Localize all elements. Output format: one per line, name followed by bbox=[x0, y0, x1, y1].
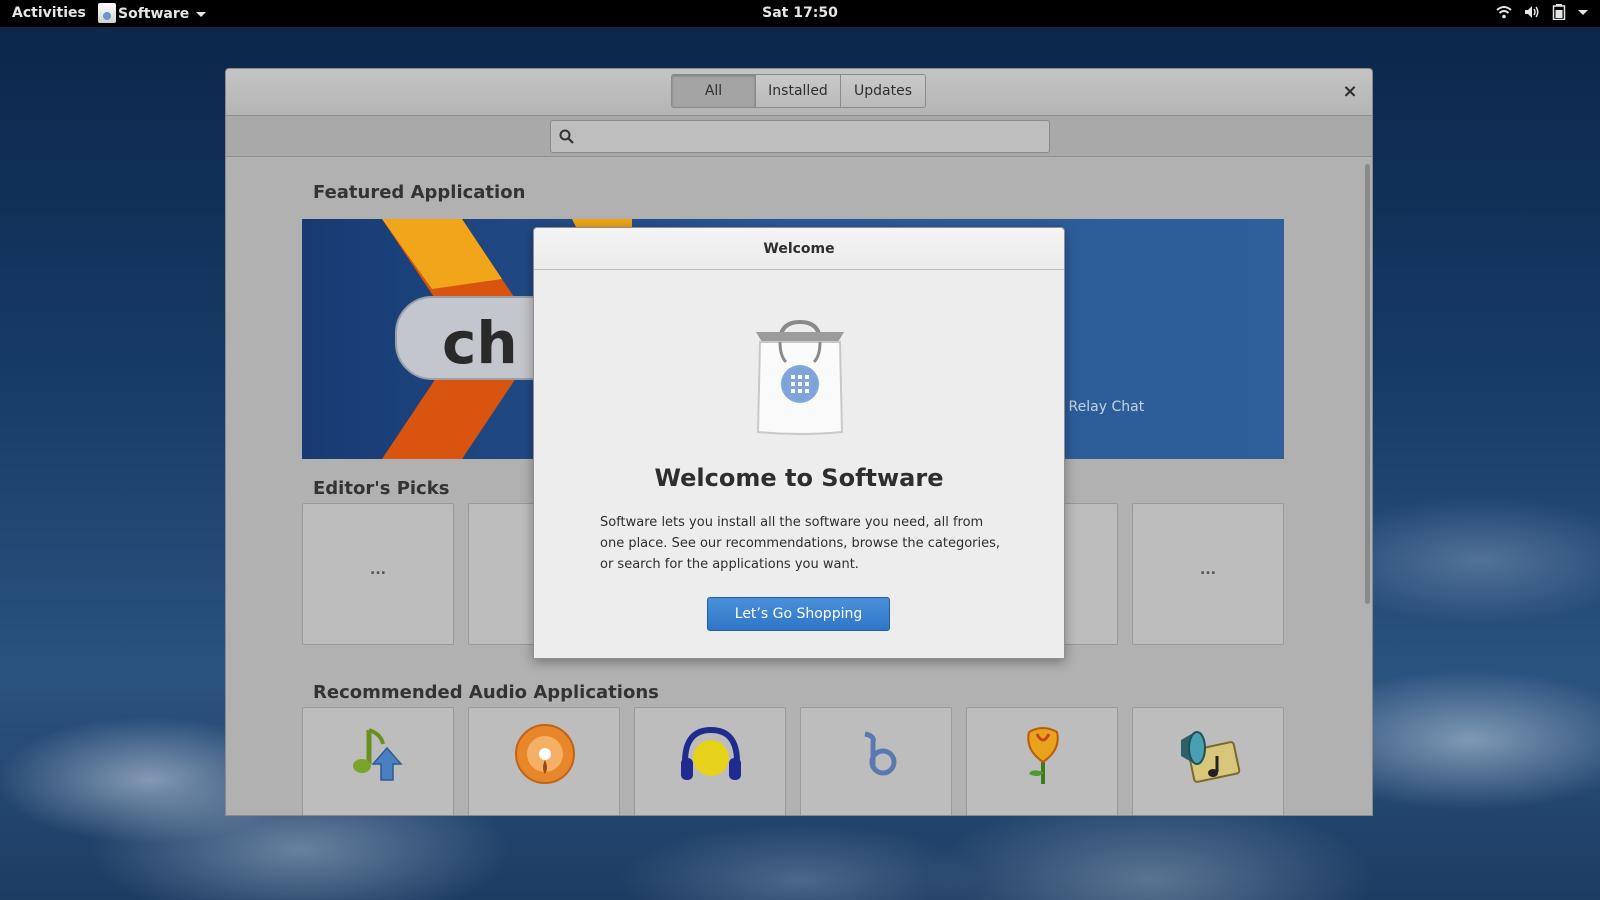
editors-picks-heading: Editor's Picks bbox=[313, 478, 450, 499]
view-switcher: All Installed Updates bbox=[671, 74, 926, 108]
close-button[interactable]: × bbox=[1338, 80, 1362, 104]
rose-icon bbox=[1027, 727, 1059, 784]
volume-icon bbox=[1525, 6, 1539, 18]
clock[interactable]: Sat 17:50 bbox=[0, 5, 1600, 21]
b-logo-icon bbox=[864, 731, 897, 776]
headphones-icon bbox=[681, 726, 741, 780]
tab-updates[interactable]: Updates bbox=[841, 75, 925, 107]
dialog-title: Welcome to Software bbox=[654, 464, 944, 492]
wifi-icon bbox=[1496, 6, 1512, 19]
software-app-icon bbox=[98, 3, 116, 23]
search-bar bbox=[226, 116, 1372, 157]
loading-placeholder: ... bbox=[1200, 562, 1216, 578]
audio-app-tile[interactable] bbox=[1132, 707, 1284, 815]
tab-all[interactable]: All bbox=[672, 75, 756, 107]
shopping-bag-icon bbox=[756, 319, 844, 435]
header-bar: All Installed Updates × bbox=[226, 69, 1372, 116]
dialog-body: Software lets you install all the softwa… bbox=[600, 515, 1001, 572]
orange-disc-icon bbox=[515, 724, 575, 784]
search-icon bbox=[559, 129, 574, 144]
system-status-area[interactable] bbox=[1496, 4, 1588, 20]
scrollbar[interactable] bbox=[1365, 164, 1370, 604]
dialog-header: Welcome bbox=[534, 228, 1064, 270]
chevron-down-icon bbox=[196, 11, 207, 17]
audio-app-tile[interactable] bbox=[800, 707, 952, 815]
tab-installed[interactable]: Installed bbox=[756, 75, 841, 107]
featured-heading: Featured Application bbox=[313, 182, 526, 203]
audio-app-tile[interactable] bbox=[302, 707, 454, 815]
app-menu-label: Software bbox=[118, 6, 190, 22]
speaker-note-icon bbox=[1181, 731, 1241, 783]
audio-app-tile[interactable] bbox=[468, 707, 620, 815]
recommended-audio-heading: Recommended Audio Applications bbox=[313, 682, 659, 703]
activities-button[interactable]: Activities bbox=[12, 5, 86, 21]
lets-go-shopping-button[interactable]: Let’s Go Shopping bbox=[707, 597, 890, 631]
audio-app-tile[interactable] bbox=[634, 707, 786, 815]
audio-app-tile[interactable] bbox=[966, 707, 1118, 815]
search-field[interactable] bbox=[550, 120, 1050, 153]
app-menu[interactable]: Software bbox=[98, 3, 207, 23]
top-bar: Activities Software Sat 17:50 bbox=[0, 0, 1600, 27]
editors-pick-tile[interactable]: ... bbox=[302, 503, 454, 645]
battery-icon bbox=[1552, 4, 1566, 20]
chevron-down-icon bbox=[1578, 9, 1588, 15]
loading-placeholder: ... bbox=[370, 562, 386, 578]
search-input[interactable] bbox=[580, 121, 1049, 152]
welcome-dialog: Welcome Welcome to Software Software let… bbox=[533, 227, 1065, 659]
featured-logo-text: ch bbox=[442, 309, 518, 377]
editors-pick-tile[interactable]: ... bbox=[1132, 503, 1284, 645]
music-upload-icon bbox=[353, 728, 403, 781]
